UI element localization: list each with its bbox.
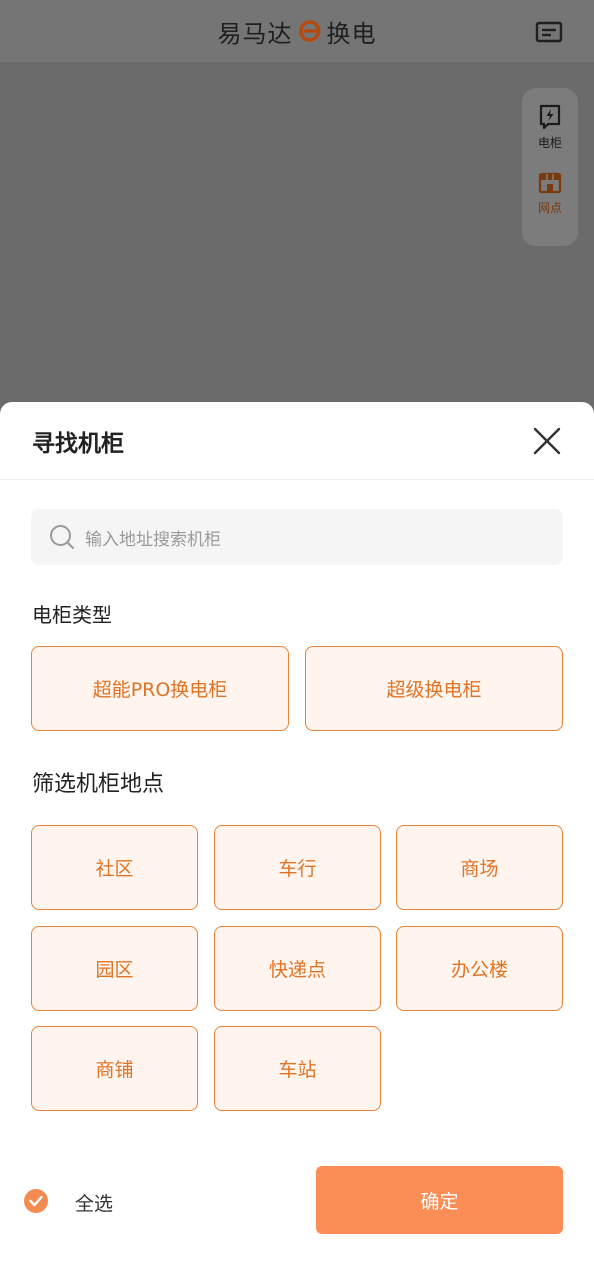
option-location-office[interactable]: 办公楼 <box>396 926 563 1011</box>
sheet-header: 寻找机柜 <box>0 402 594 480</box>
location-filter-title: 筛选机柜地点 <box>32 772 165 797</box>
side-item-cabinet-label: 电柜 <box>537 136 562 150</box>
find-cabinet-sheet: 寻找机柜 输入地址搜索机柜 电柜类型 超能PRO换电柜 超级换电柜 筛选机柜地点… <box>0 402 594 1280</box>
search-icon <box>50 525 74 549</box>
app-root: 易马达 换电 电柜 网点 寻找机柜 输入地址搜索机柜 电柜类型 超能PRO换电柜… <box>0 0 594 1280</box>
close-icon <box>533 427 561 455</box>
select-all-label[interactable]: 全选 <box>75 1189 113 1216</box>
option-cabinet-type-pro[interactable]: 超能PRO换电柜 <box>31 646 289 731</box>
option-location-express[interactable]: 快递点 <box>214 926 381 1011</box>
store-icon <box>538 172 562 194</box>
map-side-panel: 电柜 网点 <box>522 88 578 246</box>
option-cabinet-type-super[interactable]: 超级换电柜 <box>305 646 563 731</box>
side-item-outlet-label: 网点 <box>537 201 562 215</box>
option-location-community[interactable]: 社区 <box>31 825 198 910</box>
brand-logo: 易马达 换电 <box>218 14 377 49</box>
option-location-shop[interactable]: 商铺 <box>31 1026 198 1111</box>
sheet-title: 寻找机柜 <box>32 430 124 457</box>
check-icon <box>29 1195 43 1207</box>
side-item-outlet[interactable]: 网点 <box>538 171 562 216</box>
message-button[interactable] <box>534 18 564 46</box>
option-location-station[interactable]: 车站 <box>214 1026 381 1111</box>
search-placeholder: 输入地址搜索机柜 <box>85 529 221 550</box>
confirm-button[interactable]: 确定 <box>316 1166 563 1234</box>
select-all-checkbox[interactable] <box>24 1189 48 1213</box>
close-button[interactable] <box>532 426 562 456</box>
search-input[interactable]: 输入地址搜索机柜 <box>31 509 563 565</box>
brand-e-icon <box>297 18 323 44</box>
cabinet-type-title: 电柜类型 <box>32 603 112 627</box>
brand-prefix: 易马达 <box>217 19 293 48</box>
option-location-car-dealer[interactable]: 车行 <box>214 825 381 910</box>
option-location-mall[interactable]: 商场 <box>396 825 563 910</box>
option-location-park[interactable]: 园区 <box>31 926 198 1011</box>
side-item-cabinet[interactable]: 电柜 <box>538 104 562 151</box>
cabinet-bolt-icon <box>539 104 561 130</box>
message-icon <box>535 21 563 43</box>
top-bar: 易马达 换电 <box>0 0 594 62</box>
brand-suffix: 换电 <box>326 19 377 48</box>
